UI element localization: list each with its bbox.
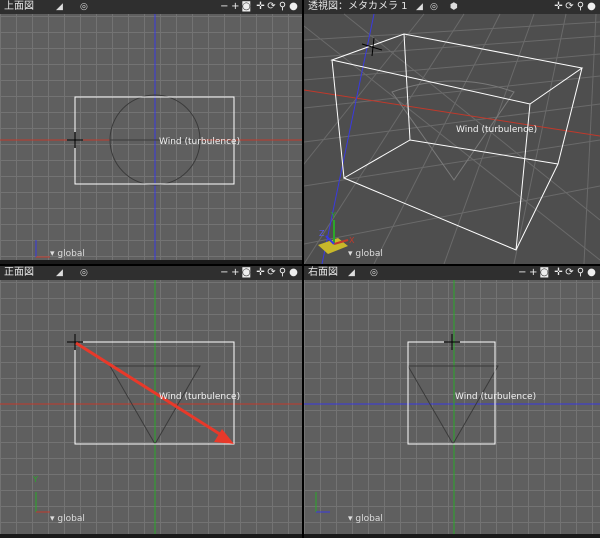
ruler — [0, 534, 302, 538]
ruler — [304, 534, 600, 538]
axis-label-x: X — [349, 236, 355, 245]
viewport-perspective-canvas — [304, 13, 600, 264]
viewport-front-canvas — [0, 280, 302, 538]
object-label[interactable]: Wind (turbulence) — [159, 137, 240, 147]
x-axis-line — [304, 89, 600, 137]
axis-label-y: Y — [33, 475, 38, 484]
wind-cone-outline — [407, 365, 499, 446]
global-dropdown[interactable]: ▾ global — [348, 514, 383, 524]
axis-label-y: Y — [331, 211, 336, 220]
global-dropdown[interactable]: ▾ global — [348, 249, 383, 259]
axis-label-z: Z — [319, 229, 325, 238]
viewport-right-canvas — [304, 280, 600, 538]
viewport-top-canvas — [0, 14, 302, 264]
viewport-top[interactable]: 上面図 ◢ ◎ − + ◙ ✛ ⟳ ⚲ ● Wind (turbulence) ▾ glo… — [0, 0, 302, 264]
object-label[interactable]: Wind (turbulence) — [455, 392, 536, 402]
global-dropdown[interactable]: ▾ global — [50, 249, 85, 259]
drag-arrow — [75, 341, 227, 440]
viewport-perspective[interactable]: 透視図：メタカメラ 1 ◢ ◎ ⬢ ✛ ⟳ ⚲ ● Wind (turbulen… — [304, 0, 600, 264]
viewport-front[interactable]: 正面図 ◢ ◎ − + ◙ ✛ ⟳ ⚲ ● Wind (turbulence) Y ▾ g… — [0, 266, 302, 538]
ruler — [0, 260, 302, 264]
viewport-right[interactable]: 右面図 ◢ ◎ − + ◙ ✛ ⟳ ⚲ ● Wind (turbulence) ▾ glo… — [304, 266, 600, 538]
object-label[interactable]: Wind (turbulence) — [456, 125, 537, 135]
global-dropdown[interactable]: ▾ global — [50, 514, 85, 524]
object-label[interactable]: Wind (turbulence) — [159, 392, 240, 402]
